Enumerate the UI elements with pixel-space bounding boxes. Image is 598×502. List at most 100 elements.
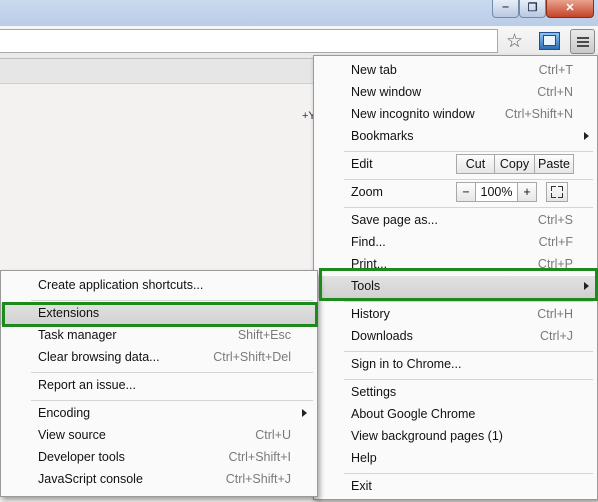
- menu-item-label: Create application shortcuts...: [38, 278, 204, 292]
- menu-item-report-issue[interactable]: Report an issue...: [1, 375, 317, 397]
- menu-item-bookmarks[interactable]: Bookmarks: [314, 126, 597, 148]
- paste-button[interactable]: Paste: [534, 154, 574, 174]
- menu-item-label: History: [351, 307, 390, 321]
- menu-item-label: New window: [351, 85, 422, 99]
- menu-item-downloads[interactable]: Downloads Ctrl+J: [314, 326, 597, 348]
- menu-item-label: Bookmarks: [351, 129, 414, 143]
- fullscreen-button[interactable]: [546, 182, 568, 202]
- menu-item-task-manager[interactable]: Task manager Shift+Esc: [1, 325, 317, 347]
- menu-separator: [344, 473, 593, 474]
- menu-item-label: Developer tools: [38, 450, 125, 464]
- menu-item-label: Clear browsing data...: [38, 350, 160, 364]
- menu-item-new-window[interactable]: New window Ctrl+N: [314, 82, 597, 104]
- menu-separator: [344, 301, 593, 302]
- menu-item-label: Save page as...: [351, 213, 438, 227]
- menu-item-label: Task manager: [38, 328, 117, 342]
- maximize-icon: ❐: [527, 2, 538, 14]
- chrome-menu-button[interactable]: [570, 29, 595, 54]
- menu-item-label: Report an issue...: [38, 378, 136, 392]
- menu-item-label: Edit: [351, 157, 373, 171]
- cut-button[interactable]: Cut: [456, 154, 495, 174]
- menu-item-exit[interactable]: Exit: [314, 476, 597, 498]
- menu-separator: [31, 400, 313, 401]
- menu-item-label: New incognito window: [351, 107, 475, 121]
- shortcut-label: Ctrl+T: [538, 63, 573, 77]
- picture-glyph: [543, 35, 556, 46]
- menu-separator: [344, 351, 593, 352]
- menu-item-settings[interactable]: Settings: [314, 382, 597, 404]
- fullscreen-corner: [551, 193, 556, 198]
- shortcut-label: Ctrl+S: [537, 213, 573, 227]
- menu-separator: [344, 207, 593, 208]
- shortcut-label: Shift+Esc: [237, 328, 291, 342]
- bookmark-bar: [0, 59, 320, 84]
- menu-item-label: Encoding: [38, 406, 91, 420]
- shortcut-label: Ctrl+Shift+Del: [213, 350, 291, 364]
- shortcut-label: Ctrl+Shift+J: [225, 472, 291, 486]
- menu-item-clear-browsing-data[interactable]: Clear browsing data... Ctrl+Shift+Del: [1, 347, 317, 369]
- menu-item-help[interactable]: Help: [314, 448, 597, 470]
- menu-item-developer-tools[interactable]: Developer tools Ctrl+Shift+I: [1, 447, 317, 469]
- menu-item-label: About Google Chrome: [351, 407, 476, 421]
- menu-item-label: Exit: [351, 479, 372, 493]
- minimize-button[interactable]: ‒: [492, 0, 519, 18]
- page-icon[interactable]: [539, 32, 560, 50]
- menu-item-history[interactable]: History Ctrl+H: [314, 304, 597, 326]
- star-icon[interactable]: ☆: [506, 30, 523, 53]
- shortcut-label: Ctrl+Shift+N: [504, 107, 573, 121]
- menu-item-label: Sign in to Chrome...: [351, 357, 462, 371]
- menu-item-zoom: Zoom − 100% +: [314, 182, 597, 204]
- shortcut-label: Ctrl+Shift+I: [228, 450, 291, 464]
- menu-item-encoding[interactable]: Encoding: [1, 403, 317, 425]
- shortcut-label: Ctrl+F: [538, 235, 573, 249]
- shortcut-label: Ctrl+H: [537, 307, 573, 321]
- menu-item-label: View background pages (1): [351, 429, 503, 443]
- submenu-arrow-icon: [302, 409, 307, 417]
- shortcut-label: Ctrl+N: [537, 85, 573, 99]
- menu-separator: [344, 379, 593, 380]
- menu-item-label: Settings: [351, 385, 397, 399]
- menu-item-sign-in[interactable]: Sign in to Chrome...: [314, 354, 597, 376]
- close-window-button[interactable]: ✕: [546, 0, 594, 18]
- menu-item-label: View source: [38, 428, 106, 442]
- menu-item-create-shortcuts[interactable]: Create application shortcuts...: [1, 275, 317, 297]
- menu-separator: [31, 300, 313, 301]
- tools-highlight-box: [319, 268, 598, 301]
- submenu-arrow-icon: [584, 132, 589, 140]
- menu-item-new-tab[interactable]: New tab Ctrl+T: [314, 60, 597, 82]
- menu-item-new-incognito-window[interactable]: New incognito window Ctrl+Shift+N: [314, 104, 597, 126]
- extensions-highlight-box: [2, 302, 318, 327]
- close-icon: ✕: [565, 2, 575, 14]
- zoom-out-button[interactable]: −: [456, 182, 476, 202]
- menu-item-about-chrome[interactable]: About Google Chrome: [314, 404, 597, 426]
- menu-item-javascript-console[interactable]: JavaScript console Ctrl+Shift+J: [1, 469, 317, 491]
- copy-button[interactable]: Copy: [494, 154, 535, 174]
- menu-item-label: Help: [351, 451, 377, 465]
- menu-item-view-background-pages[interactable]: View background pages (1): [314, 426, 597, 448]
- window-title-bar: ‒ ❐ ✕: [0, 0, 598, 26]
- menu-item-label: Downloads: [351, 329, 413, 343]
- menu-item-edit: Edit Cut Copy Paste: [314, 154, 597, 176]
- menu-item-label: Zoom: [351, 185, 383, 199]
- hamburger-line: [577, 41, 589, 43]
- shortcut-label: Ctrl+J: [540, 329, 573, 343]
- menu-item-find[interactable]: Find... Ctrl+F: [314, 232, 597, 254]
- shortcut-label: Ctrl+U: [255, 428, 291, 442]
- fullscreen-corner: [558, 186, 563, 191]
- maximize-button[interactable]: ❐: [519, 0, 546, 18]
- fullscreen-corner: [558, 193, 563, 198]
- menu-separator: [344, 151, 593, 152]
- zoom-in-button[interactable]: +: [517, 182, 537, 202]
- address-bar[interactable]: [0, 29, 498, 53]
- menu-item-label: Find...: [351, 235, 386, 249]
- menu-item-save-page[interactable]: Save page as... Ctrl+S: [314, 210, 597, 232]
- menu-item-label: New tab: [351, 63, 397, 77]
- zoom-level-display: 100%: [475, 182, 518, 202]
- menu-separator: [344, 179, 593, 180]
- fullscreen-icon: [551, 186, 556, 191]
- minimize-icon: ‒: [502, 1, 509, 13]
- hamburger-menu-icon: [577, 37, 589, 39]
- menu-separator: [31, 372, 313, 373]
- hamburger-line: [577, 45, 589, 47]
- menu-item-view-source[interactable]: View source Ctrl+U: [1, 425, 317, 447]
